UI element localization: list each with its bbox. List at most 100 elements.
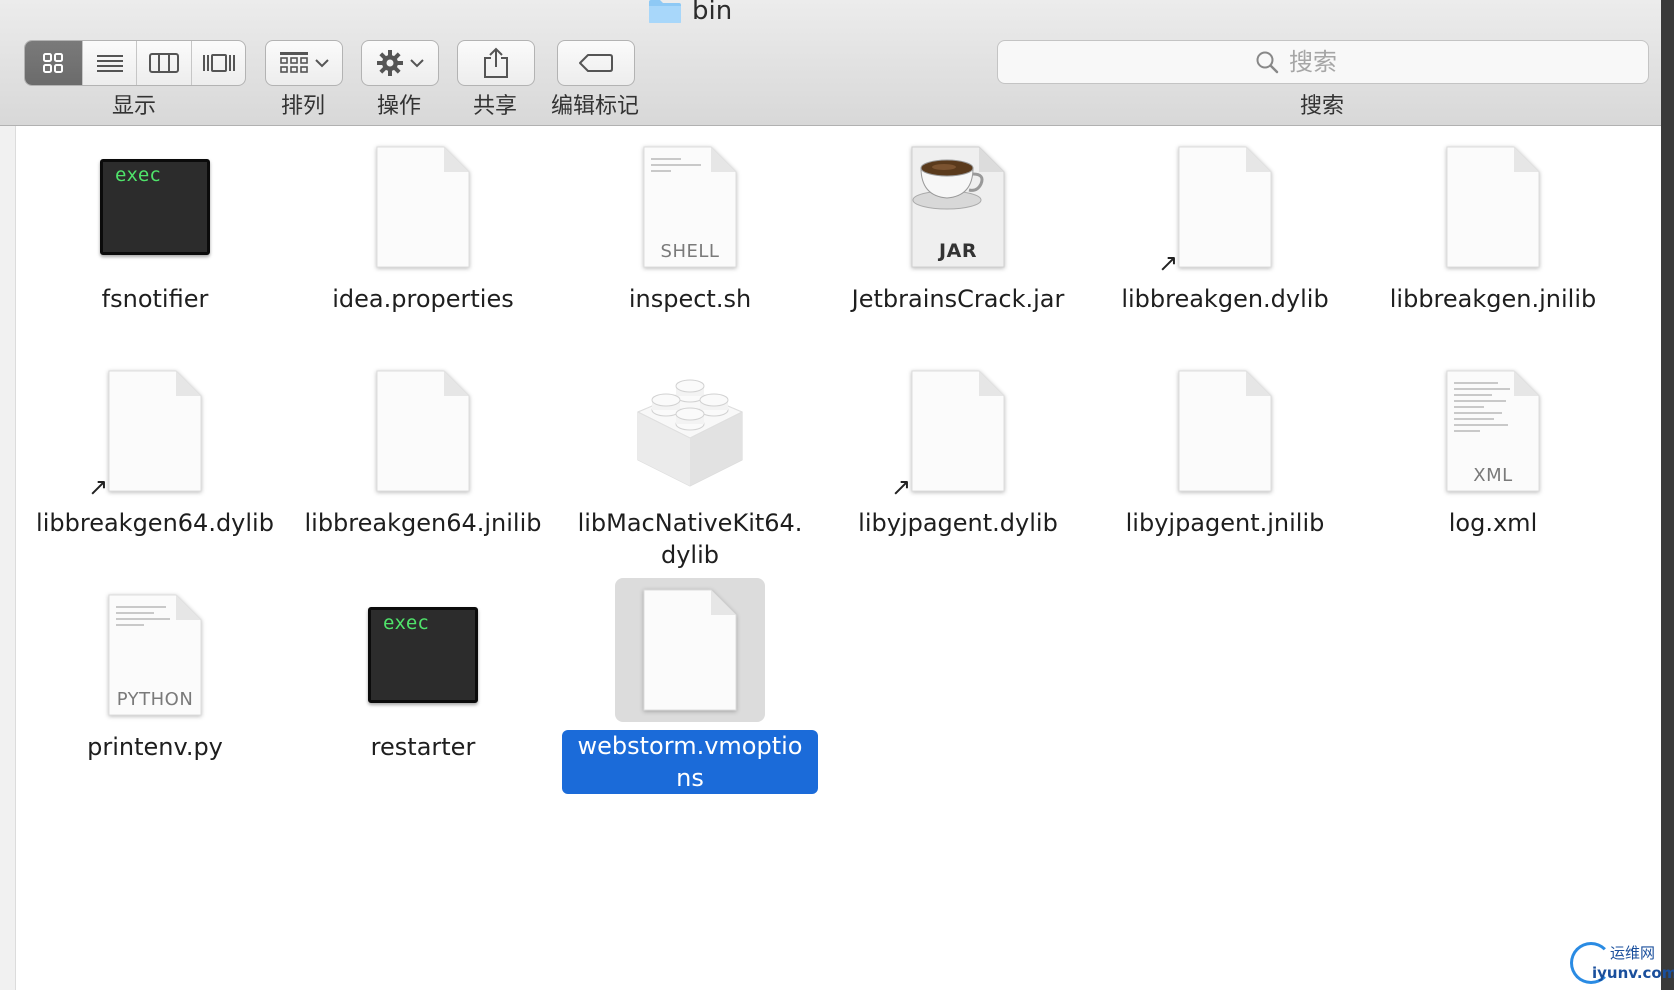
arrange-button[interactable] xyxy=(265,40,343,86)
search-field[interactable] xyxy=(997,40,1649,84)
file-item-idea-properties[interactable]: idea.properties xyxy=(293,135,553,315)
blank-document-icon xyxy=(376,146,470,268)
file-name-wrap: webstorm.vmoptions xyxy=(560,726,820,794)
selected-document-file-icon xyxy=(615,578,765,722)
alias-document-file-icon: ↗ xyxy=(1150,135,1300,279)
document-file-icon xyxy=(348,135,498,279)
xml-label: XML xyxy=(1473,465,1513,486)
window-title-text: bin xyxy=(692,0,733,26)
share-label: 共享 xyxy=(472,94,517,119)
alias-arrow-icon: ↗ xyxy=(891,473,912,501)
python-file-icon: PYTHON xyxy=(80,583,230,727)
file-name: libbreakgen64.dylib xyxy=(36,509,274,537)
list-icon xyxy=(96,55,123,72)
finder-toolbar: bin 显示 排列 操作 共享 编辑标记 搜索 搜索 xyxy=(0,0,1674,126)
file-name: JetbrainsCrack.jar xyxy=(851,285,1065,313)
shell-script-file-icon: SHELL xyxy=(615,135,765,279)
alias-arrow-icon: ↗ xyxy=(1158,249,1179,277)
icon-view-button[interactable] xyxy=(25,41,82,85)
file-item-libbreakgen-jnilib[interactable]: libbreakgen.jnilib xyxy=(1363,135,1623,315)
coffee-cup-icon xyxy=(912,159,984,210)
file-item-printenv-py[interactable]: PYTHON printenv.py xyxy=(25,583,285,763)
search-label: 搜索 xyxy=(1299,94,1344,119)
edit-tags-button[interactable] xyxy=(557,40,635,86)
alias-document-file-icon: ↗ xyxy=(883,359,1033,503)
chevron-down-icon xyxy=(410,59,424,68)
site-watermark: 运维网 iyunv.com xyxy=(1570,942,1674,988)
xml-file-icon: XML xyxy=(1418,359,1568,503)
file-item-webstorm-vmoptions[interactable]: webstorm.vmoptions xyxy=(560,578,820,794)
file-item-restarter[interactable]: exec restarter xyxy=(293,583,553,763)
file-name: restarter xyxy=(370,733,476,761)
file-item-log-xml[interactable]: XML log.xml xyxy=(1363,359,1623,539)
file-item-fsnotifier[interactable]: exec fsnotifier xyxy=(25,135,285,315)
coverflow-view-button[interactable] xyxy=(191,41,245,85)
blank-document-icon xyxy=(376,370,470,492)
terminal-exec-icon: exec xyxy=(368,607,478,703)
blank-document-icon xyxy=(108,370,202,492)
file-item-libbreakgen-dylib[interactable]: ↗ libbreakgen.dylib xyxy=(1095,135,1355,315)
window-left-edge xyxy=(0,126,16,990)
search-input[interactable] xyxy=(1287,47,1391,77)
file-name: libyjpagent.jnilib xyxy=(1125,509,1325,537)
alias-arrow-icon: ↗ xyxy=(88,473,109,501)
view-mode-control[interactable] xyxy=(24,40,246,86)
terminal-exec-icon: exec xyxy=(100,159,210,255)
blank-document-icon xyxy=(1178,146,1272,268)
jar-label: JAR xyxy=(939,240,977,262)
folder-icon xyxy=(649,0,681,23)
arrange-grid-icon xyxy=(280,52,308,73)
file-item-inspect-sh[interactable]: SHELL inspect.sh xyxy=(560,135,820,315)
tag-icon xyxy=(579,54,613,72)
grid-icon xyxy=(43,53,64,73)
file-item-libbreakgen64-dylib[interactable]: ↗ libbreakgen64.dylib xyxy=(25,359,285,539)
share-button[interactable] xyxy=(457,40,535,86)
jar-document-icon: JAR xyxy=(911,146,1005,268)
file-name: libbreakgen64.jnilib xyxy=(304,509,542,537)
watermark-line2: iyunv.com xyxy=(1592,964,1674,982)
exec-file-icon: exec xyxy=(80,135,230,279)
view-label: 显示 xyxy=(111,94,156,119)
document-file-icon xyxy=(1418,135,1568,279)
blank-document-icon xyxy=(1446,146,1540,268)
column-view-button[interactable] xyxy=(136,41,191,85)
window-right-edge xyxy=(1661,0,1674,990)
search-icon xyxy=(1256,51,1279,74)
gear-icon xyxy=(377,50,403,76)
blank-document-icon xyxy=(1178,370,1272,492)
file-name: libyjpagent.dylib xyxy=(858,509,1058,537)
exec-file-icon: exec xyxy=(348,583,498,727)
file-name: fsnotifier xyxy=(101,285,209,313)
xml-document-icon: XML xyxy=(1446,370,1540,492)
coverflow-icon xyxy=(202,54,235,72)
file-item-jetbrainscrack-jar[interactable]: JAR JetbrainsCrack.jar xyxy=(828,135,1088,315)
alias-document-file-icon: ↗ xyxy=(80,359,230,503)
file-name: libbreakgen.jnilib xyxy=(1389,285,1597,313)
lego-brick-icon xyxy=(636,379,744,487)
file-name: printenv.py xyxy=(87,733,223,761)
file-name: inspect.sh xyxy=(628,285,752,313)
share-icon xyxy=(484,47,508,78)
arrange-label: 排列 xyxy=(280,94,325,119)
columns-icon xyxy=(149,53,180,73)
shell-document-icon: SHELL xyxy=(643,146,737,268)
text-lines-icon xyxy=(116,606,174,630)
file-item-libyjpagent-dylib[interactable]: ↗ libyjpagent.dylib xyxy=(828,359,1088,539)
file-name: log.xml xyxy=(1448,509,1538,537)
action-button[interactable] xyxy=(361,40,439,86)
bundle-file-icon xyxy=(615,359,765,503)
shell-label: SHELL xyxy=(660,241,720,262)
action-label: 操作 xyxy=(376,94,421,119)
file-name: libMacNativeKit64. dylib xyxy=(577,509,803,569)
python-document-icon: PYTHON xyxy=(108,594,202,716)
file-name-selected[interactable]: webstorm.vmoptions xyxy=(562,730,818,794)
window-title: bin xyxy=(648,0,732,28)
chevron-down-icon xyxy=(315,59,329,68)
file-item-libyjpagent-jnilib[interactable]: libyjpagent.jnilib xyxy=(1095,359,1355,539)
file-item-libbreakgen64-jnilib[interactable]: libbreakgen64.jnilib xyxy=(293,359,553,539)
file-item-libmacnativekit64-dylib[interactable]: libMacNativeKit64. dylib xyxy=(560,359,820,571)
document-file-icon xyxy=(1150,359,1300,503)
list-view-button[interactable] xyxy=(81,41,137,85)
blank-document-icon xyxy=(643,589,737,711)
python-label: PYTHON xyxy=(116,689,194,710)
